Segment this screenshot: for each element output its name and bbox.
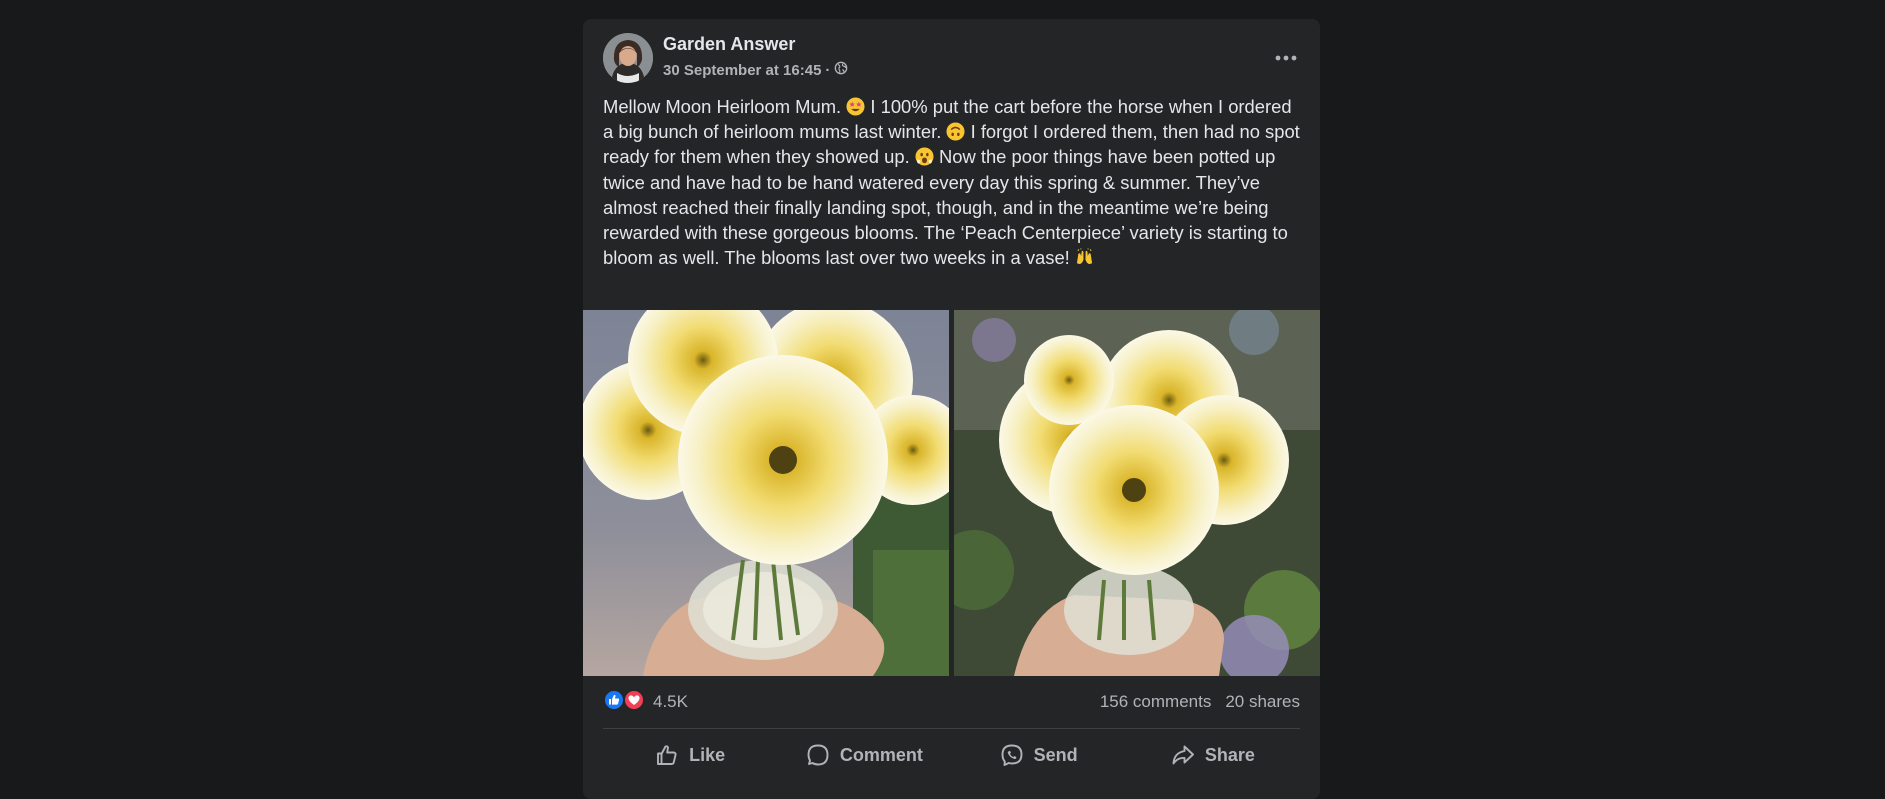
send-label: Send (1033, 744, 1078, 765)
meta-separator: · (825, 61, 831, 79)
comment-label: Comment (839, 744, 923, 765)
reaction-summary[interactable]: 4.5K (603, 688, 688, 716)
reaction-icons (603, 688, 645, 716)
post-card: Garden Answer 30 September at 16:45 · Me… (583, 19, 1320, 799)
more-options-button[interactable] (1266, 37, 1306, 77)
comments-count-link[interactable]: 156 comments (1100, 692, 1212, 712)
post-photo-1[interactable] (583, 310, 949, 676)
author-name[interactable]: Garden Answer (663, 34, 795, 55)
shares-count-link[interactable]: 20 shares (1225, 692, 1300, 712)
send-button[interactable]: Send (952, 733, 1126, 777)
raising-hands-emoji (1075, 248, 1094, 267)
share-button[interactable]: Share (1126, 733, 1300, 777)
thumbs-up-icon (655, 743, 679, 767)
stats-divider (603, 728, 1300, 729)
comment-bubble-icon (806, 743, 830, 767)
post-actions: Like Comment Send Share (603, 733, 1300, 777)
like-button[interactable]: Like (603, 733, 777, 777)
engagement-counts: 156 comments 20 shares (1100, 692, 1300, 712)
face-with-open-mouth-emoji (915, 147, 934, 166)
globe-icon (834, 61, 848, 79)
author-avatar[interactable] (603, 33, 653, 83)
post-stats: 4.5K 156 comments 20 shares (603, 687, 1300, 717)
post-photo-2[interactable] (954, 310, 1320, 676)
more-options-icon (1275, 48, 1297, 66)
like-reaction-icon (603, 688, 625, 716)
share-arrow-icon (1171, 743, 1195, 767)
post-header: Garden Answer 30 September at 16:45 · (603, 33, 1300, 85)
reaction-count: 4.5K (653, 692, 688, 711)
post-meta: 30 September at 16:45 · (663, 61, 848, 79)
comment-button[interactable]: Comment (777, 733, 951, 777)
messenger-icon (1000, 743, 1024, 767)
photo-grid (583, 310, 1320, 676)
share-label: Share (1204, 744, 1255, 765)
upside-down-face-emoji (946, 122, 965, 141)
love-reaction-icon (623, 688, 645, 716)
post-timestamp[interactable]: 30 September at 16:45 (663, 62, 821, 79)
like-label: Like (689, 744, 726, 765)
star-struck-emoji (846, 97, 865, 116)
post-text: Mellow Moon Heirloom Mum. I 100% put the… (603, 94, 1303, 270)
post-text-segment-1: Mellow Moon Heirloom Mum. (603, 96, 842, 117)
